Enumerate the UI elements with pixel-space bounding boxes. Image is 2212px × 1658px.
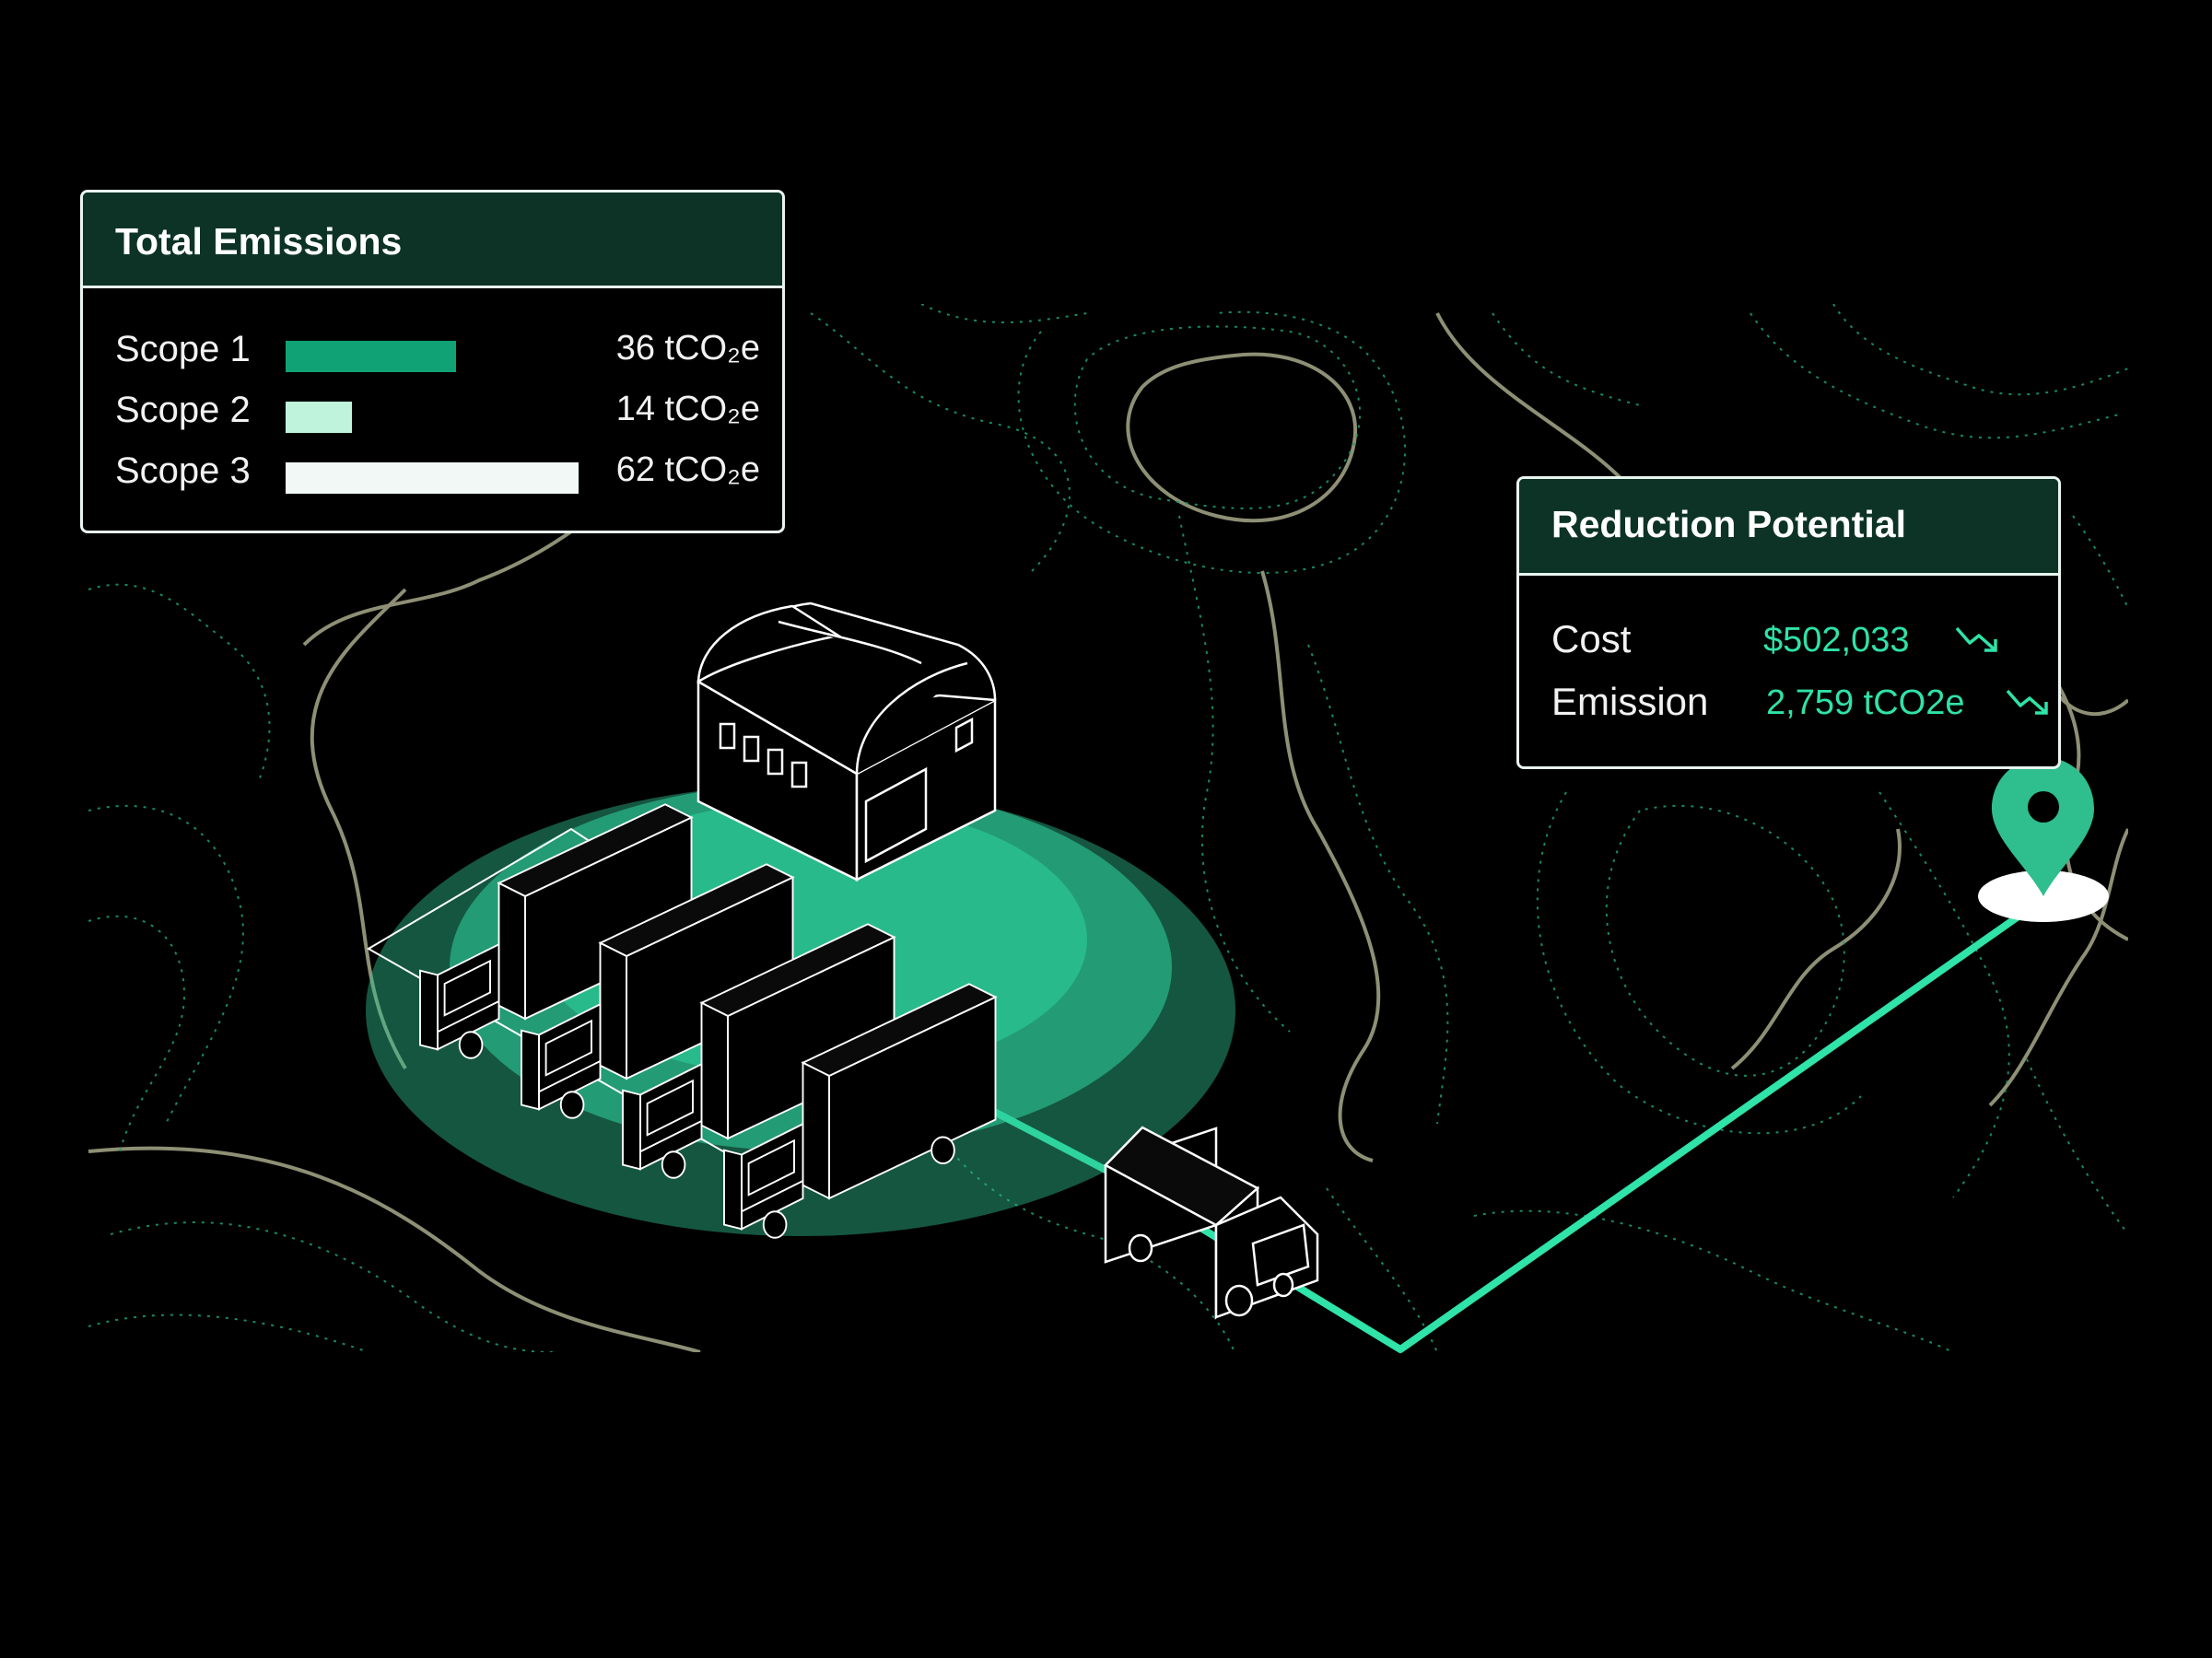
scope-label: Scope 1 <box>115 329 251 369</box>
scope-row: Scope 2 14 tCO₂e <box>115 390 760 441</box>
trend-down-icon <box>1955 626 1997 652</box>
scope-bar <box>286 402 352 433</box>
cost-label: Cost <box>1551 617 1632 660</box>
emission-label: Emission <box>1551 680 1709 723</box>
scope-row: Scope 3 62 tCO₂e <box>115 450 760 502</box>
cost-value: $502,033 <box>1763 621 1910 660</box>
total-emissions-panel: Total Emissions Scope 1 36 tCO₂e Scope 2… <box>80 190 785 533</box>
panel-title: Reduction Potential <box>1519 479 2058 576</box>
scope-value: 62 tCO₂e <box>615 450 760 489</box>
trend-down-icon <box>2006 689 2048 715</box>
panel-title: Total Emissions <box>83 193 782 288</box>
scope-value: 14 tCO₂e <box>615 390 760 428</box>
scope-row: Scope 1 36 tCO₂e <box>115 329 760 380</box>
scope-value: 36 tCO₂e <box>615 329 760 368</box>
emission-value: 2,759 tCO2e <box>1766 683 1965 722</box>
reduction-potential-panel: Reduction Potential Cost $502,033 Emissi… <box>1516 476 2061 769</box>
truck-icon <box>1103 1126 1319 1320</box>
scope-bar <box>286 341 456 372</box>
location-pin-icon <box>1978 757 2109 922</box>
emission-row: Emission 2,759 tCO2e <box>1551 680 2049 735</box>
scope-label: Scope 2 <box>115 390 251 430</box>
cost-row: Cost $502,033 <box>1551 617 2049 672</box>
scope-label: Scope 3 <box>115 450 251 491</box>
scope-bar <box>286 462 579 494</box>
